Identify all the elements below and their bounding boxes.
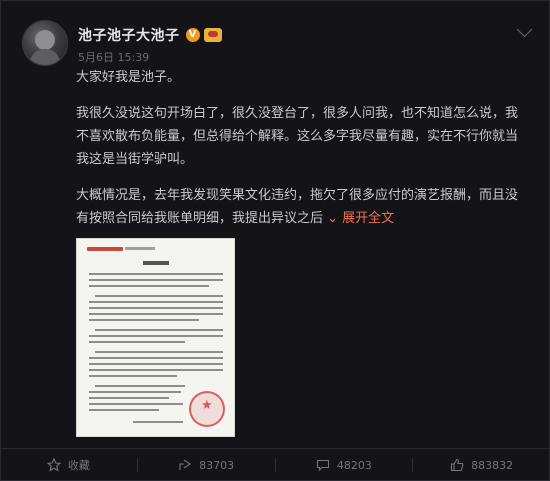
- post-paragraph: 大家好我是池子。: [76, 70, 181, 85]
- document-text-line: [89, 301, 223, 303]
- username[interactable]: 池子池子大池子: [78, 25, 180, 45]
- share-icon: [179, 459, 192, 470]
- like-count: 883832: [471, 458, 514, 472]
- document-text-line: [133, 421, 183, 423]
- document-text-line: [89, 409, 159, 411]
- document-text-line: [95, 351, 223, 353]
- document-text-line: [89, 363, 223, 365]
- document-text-line: [89, 307, 223, 309]
- comment-button[interactable]: 48203: [276, 449, 413, 481]
- star-icon: [46, 458, 61, 472]
- favorite-button[interactable]: 收藏: [0, 449, 137, 481]
- document-text-line: [89, 397, 169, 399]
- post-content: 大家好我是池子。 我很久没说这句开场白了，很久没登台了，很多人问我，也不知道怎么…: [76, 66, 528, 243]
- document-text-line: [89, 285, 209, 287]
- author-info: 池子池子大池子 V 5月6日 15:39: [78, 25, 222, 65]
- document-header-text: [125, 247, 155, 250]
- document-text-line: [89, 335, 223, 337]
- document-logo: [87, 247, 123, 251]
- like-button[interactable]: 883832: [413, 449, 550, 481]
- action-bar: 收藏 83703 48203 883832: [0, 449, 550, 481]
- post-paragraph: 大概情况是，去年我发现笑果文化违约，拖欠了很多应付的演艺报酬，而且没有按照合同给…: [76, 184, 528, 230]
- document-text-line: [95, 295, 223, 297]
- document-text-line: [89, 403, 183, 405]
- post-paragraph: 我很久没说这句开场白了，很久没登台了，很多人问我，也不知道怎么说，我不喜欢散布负…: [76, 106, 519, 167]
- document-text-line: [89, 369, 223, 371]
- post-paragraph-text: 大概情况是，去年我发现笑果文化违约，拖欠了很多应付的演艺报酬，而且没有按照合同给…: [76, 188, 519, 226]
- document-text-line: [89, 273, 223, 275]
- document-text-line: [89, 357, 223, 359]
- verified-badge-icon: V: [185, 28, 200, 42]
- document-text-line: [89, 341, 185, 343]
- post-header: 池子池子大池子 V 5月6日 15:39: [22, 20, 222, 66]
- member-badge-icon: [203, 28, 222, 42]
- document-title: [143, 261, 169, 265]
- document-text-line: [89, 375, 177, 377]
- favorite-label: 收藏: [67, 459, 90, 472]
- document-text-line: [95, 329, 223, 331]
- post-timestamp[interactable]: 5月6日 15:39: [78, 49, 222, 65]
- avatar[interactable]: [22, 20, 68, 66]
- expand-arrow-icon: ⌄: [327, 211, 339, 226]
- name-row: 池子池子大池子 V: [78, 25, 222, 45]
- comment-count: 48203: [336, 458, 372, 472]
- expand-full-text-link[interactable]: 展开全文: [342, 211, 394, 226]
- document-text-line: [89, 279, 223, 281]
- document-text-line: [89, 313, 223, 315]
- document-image[interactable]: [76, 238, 235, 437]
- share-button[interactable]: 83703: [138, 449, 275, 481]
- share-count: 83703: [199, 458, 235, 472]
- document-text-line: [89, 391, 181, 393]
- document-text-line: [95, 385, 185, 387]
- seal-stamp: [189, 391, 225, 427]
- like-icon: [451, 458, 464, 472]
- comment-icon: [316, 459, 329, 472]
- document-text-line: [89, 319, 199, 321]
